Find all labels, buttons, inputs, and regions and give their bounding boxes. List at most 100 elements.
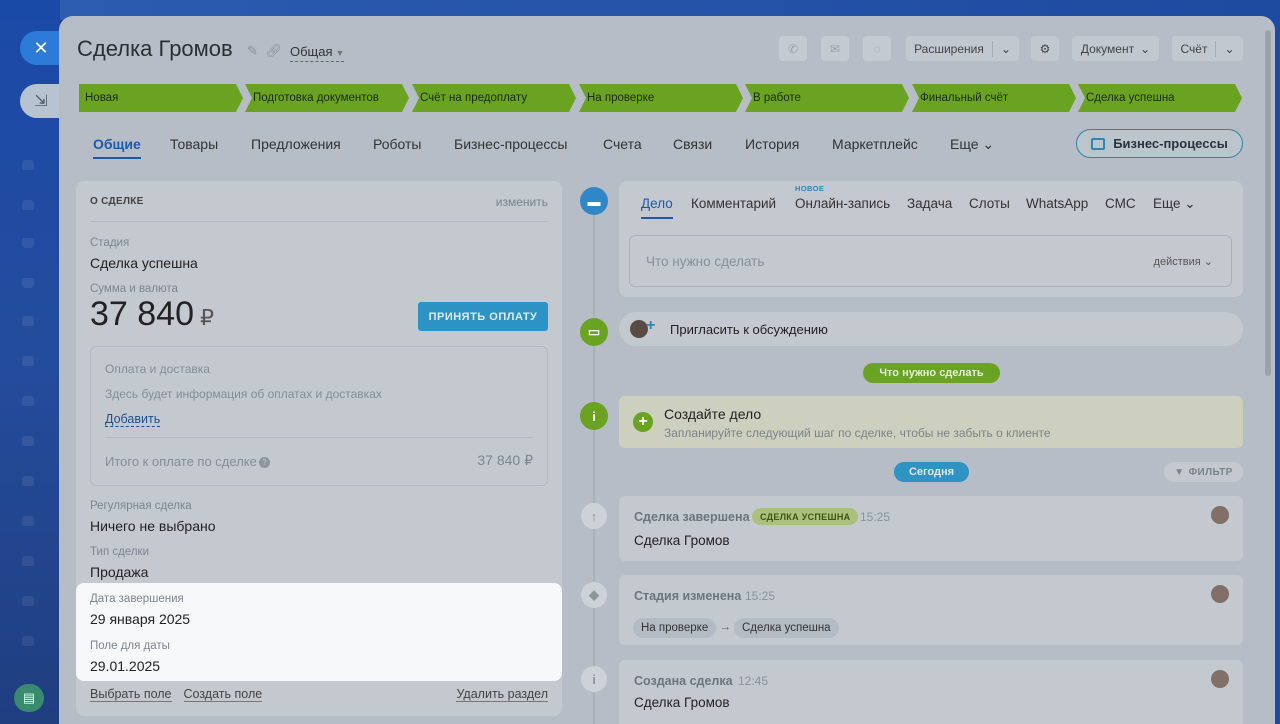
stage-review[interactable]: На проверке: [579, 84, 743, 112]
event-time: 15:25: [745, 589, 776, 603]
total-label: Итого к оплате по сделке?: [105, 454, 270, 469]
status-badge: СДЕЛКА УСПЕШНА: [752, 508, 859, 525]
sidebar-ghost-item: [22, 356, 34, 366]
stage-new[interactable]: Новая: [79, 84, 243, 112]
tab-whatsapp[interactable]: WhatsApp: [1026, 196, 1088, 211]
flowchart-icon: [1091, 137, 1106, 150]
tab-marketplace[interactable]: Маркетплейс: [832, 136, 918, 152]
event-body[interactable]: Сделка Громов: [634, 695, 730, 710]
pencil-icon[interactable]: ✎: [247, 43, 258, 58]
collapse-button[interactable]: ⇲: [20, 84, 62, 118]
tab-business-processes[interactable]: Бизнес-процессы: [454, 136, 567, 152]
tab-more[interactable]: Еще ⌄: [950, 136, 994, 153]
stage-label: Стадия: [90, 237, 130, 249]
type-label: Тип сделки: [90, 546, 150, 558]
type-value: Продажа: [90, 564, 149, 580]
stage-final-invoice[interactable]: Финальный счёт: [912, 84, 1076, 112]
tab-task[interactable]: Задача: [907, 196, 952, 211]
date-field-label: Поле для даты: [90, 640, 170, 652]
info-icon: i: [580, 402, 608, 430]
tab-robots[interactable]: Роботы: [373, 136, 421, 152]
event-title: Стадия изменена: [634, 589, 742, 603]
chevron-down-icon: ⌄: [1224, 41, 1235, 56]
invoice-button[interactable]: Счёт ⌄: [1172, 36, 1243, 61]
stage-value: Сделка успешна: [90, 255, 198, 271]
tab-sms[interactable]: СМС: [1105, 196, 1136, 211]
event-title: Сделка завершена: [634, 510, 750, 524]
divider: [90, 221, 548, 222]
tab-links[interactable]: Связи: [673, 136, 712, 152]
tab-invoices[interactable]: Счета: [603, 136, 642, 152]
tab-history[interactable]: История: [745, 136, 799, 152]
tab-online-booking[interactable]: Онлайн-запись: [795, 196, 890, 211]
sidebar-ghost-item: [22, 160, 34, 170]
divider: [105, 437, 533, 438]
tab-general[interactable]: Общие: [93, 136, 141, 159]
arrow-up-icon: ↑: [581, 503, 607, 529]
date-field-value[interactable]: 29.01.2025: [90, 658, 160, 674]
stage-documents[interactable]: Подготовка документов: [245, 84, 409, 112]
chevron-down-icon: ▼: [335, 48, 345, 58]
todo-placeholder: Что нужно сделать: [646, 254, 765, 269]
scrollbar[interactable]: [1265, 30, 1271, 376]
tab-comment[interactable]: Комментарий: [691, 196, 776, 211]
stage-in-progress[interactable]: В работе: [745, 84, 909, 112]
recurring-value: Ничего не выбрано: [90, 518, 216, 534]
event-time: 15:25: [860, 510, 891, 524]
edit-link[interactable]: изменить: [496, 195, 548, 209]
stage-success[interactable]: Сделка успешна: [1078, 84, 1242, 112]
section-title: О СДЕЛКЕ: [90, 196, 144, 207]
extensions-button[interactable]: Расширения ⌄: [906, 36, 1019, 61]
email-button[interactable]: ✉: [821, 36, 849, 61]
amount-value: 37 840 ₽: [90, 295, 214, 333]
select-field-link[interactable]: Выбрать поле: [90, 687, 172, 702]
stage-prepayment[interactable]: Счёт на предоплату: [412, 84, 576, 112]
event-body[interactable]: Сделка Громов: [634, 533, 730, 548]
sidebar-ghost-item: [22, 238, 34, 248]
tab-activity[interactable]: Дело: [641, 196, 673, 219]
deal-info-panel: О СДЕЛКЕ изменить Стадия Сделка успешна …: [76, 181, 562, 716]
info-icon: i: [581, 666, 607, 692]
payment-add-link[interactable]: Добавить: [105, 412, 161, 427]
sidebar-ghost-item: [22, 476, 34, 486]
chevron-down-icon: ⌄: [1203, 256, 1213, 268]
create-activity-title: Создайте дело: [664, 406, 762, 422]
create-field-link[interactable]: Создать поле: [183, 687, 263, 702]
chat-icon: ◌: [873, 41, 881, 56]
payment-title: Оплата и доставка: [105, 362, 210, 376]
call-button[interactable]: ✆: [779, 36, 807, 61]
help-icon[interactable]: ?: [258, 457, 270, 469]
sidebar-ghost-item: [22, 596, 34, 606]
document-button[interactable]: Документ ⌄: [1072, 36, 1159, 61]
link-icon[interactable]: 🔗︎: [266, 43, 283, 58]
phone-icon: ✆: [787, 41, 799, 56]
actions-dropdown[interactable]: действия ⌄: [1154, 255, 1213, 268]
new-badge: НОВОЕ: [795, 184, 825, 193]
comment-icon: ▬: [580, 187, 608, 215]
close-slider-button[interactable]: ✕: [20, 31, 62, 65]
event-time: 12:45: [738, 674, 769, 688]
tab-slots[interactable]: Слоты: [969, 196, 1010, 211]
chevron-down-icon: ⌄: [1140, 41, 1151, 56]
tab-more[interactable]: Еще ⌄: [1153, 196, 1196, 212]
chat-button[interactable]: ◌: [863, 36, 891, 61]
arrow-right-icon: →: [720, 621, 731, 633]
settings-button[interactable]: ⚙: [1031, 36, 1059, 61]
print-button[interactable]: ▤: [14, 684, 44, 712]
filter-button[interactable]: ▼ ФИЛЬТР: [1164, 462, 1243, 482]
delete-section-link[interactable]: Удалить раздел: [456, 687, 548, 702]
tab-proposals[interactable]: Предложения: [251, 136, 341, 152]
avatar: [1211, 585, 1229, 603]
close-date-value[interactable]: 29 января 2025: [90, 611, 190, 627]
todo-input[interactable]: Что нужно сделать действия ⌄: [629, 235, 1232, 287]
tab-products[interactable]: Товары: [170, 136, 218, 152]
chevron-down-icon: ⌄: [1184, 196, 1196, 211]
gear-icon: ⚙: [1039, 41, 1051, 56]
accept-payment-button[interactable]: ПРИНЯТЬ ОПЛАТУ: [418, 302, 548, 331]
business-processes-button[interactable]: Бизнес-процессы: [1076, 129, 1243, 158]
create-activity-card[interactable]: + Создайте дело Запланируйте следующий ш…: [619, 396, 1243, 448]
plus-icon: +: [646, 317, 656, 334]
category-selector[interactable]: Общая ▼: [290, 44, 345, 62]
sidebar-ghost-item: [22, 396, 34, 406]
invite-discussion[interactable]: + Пригласить к обсуждению: [619, 312, 1243, 346]
